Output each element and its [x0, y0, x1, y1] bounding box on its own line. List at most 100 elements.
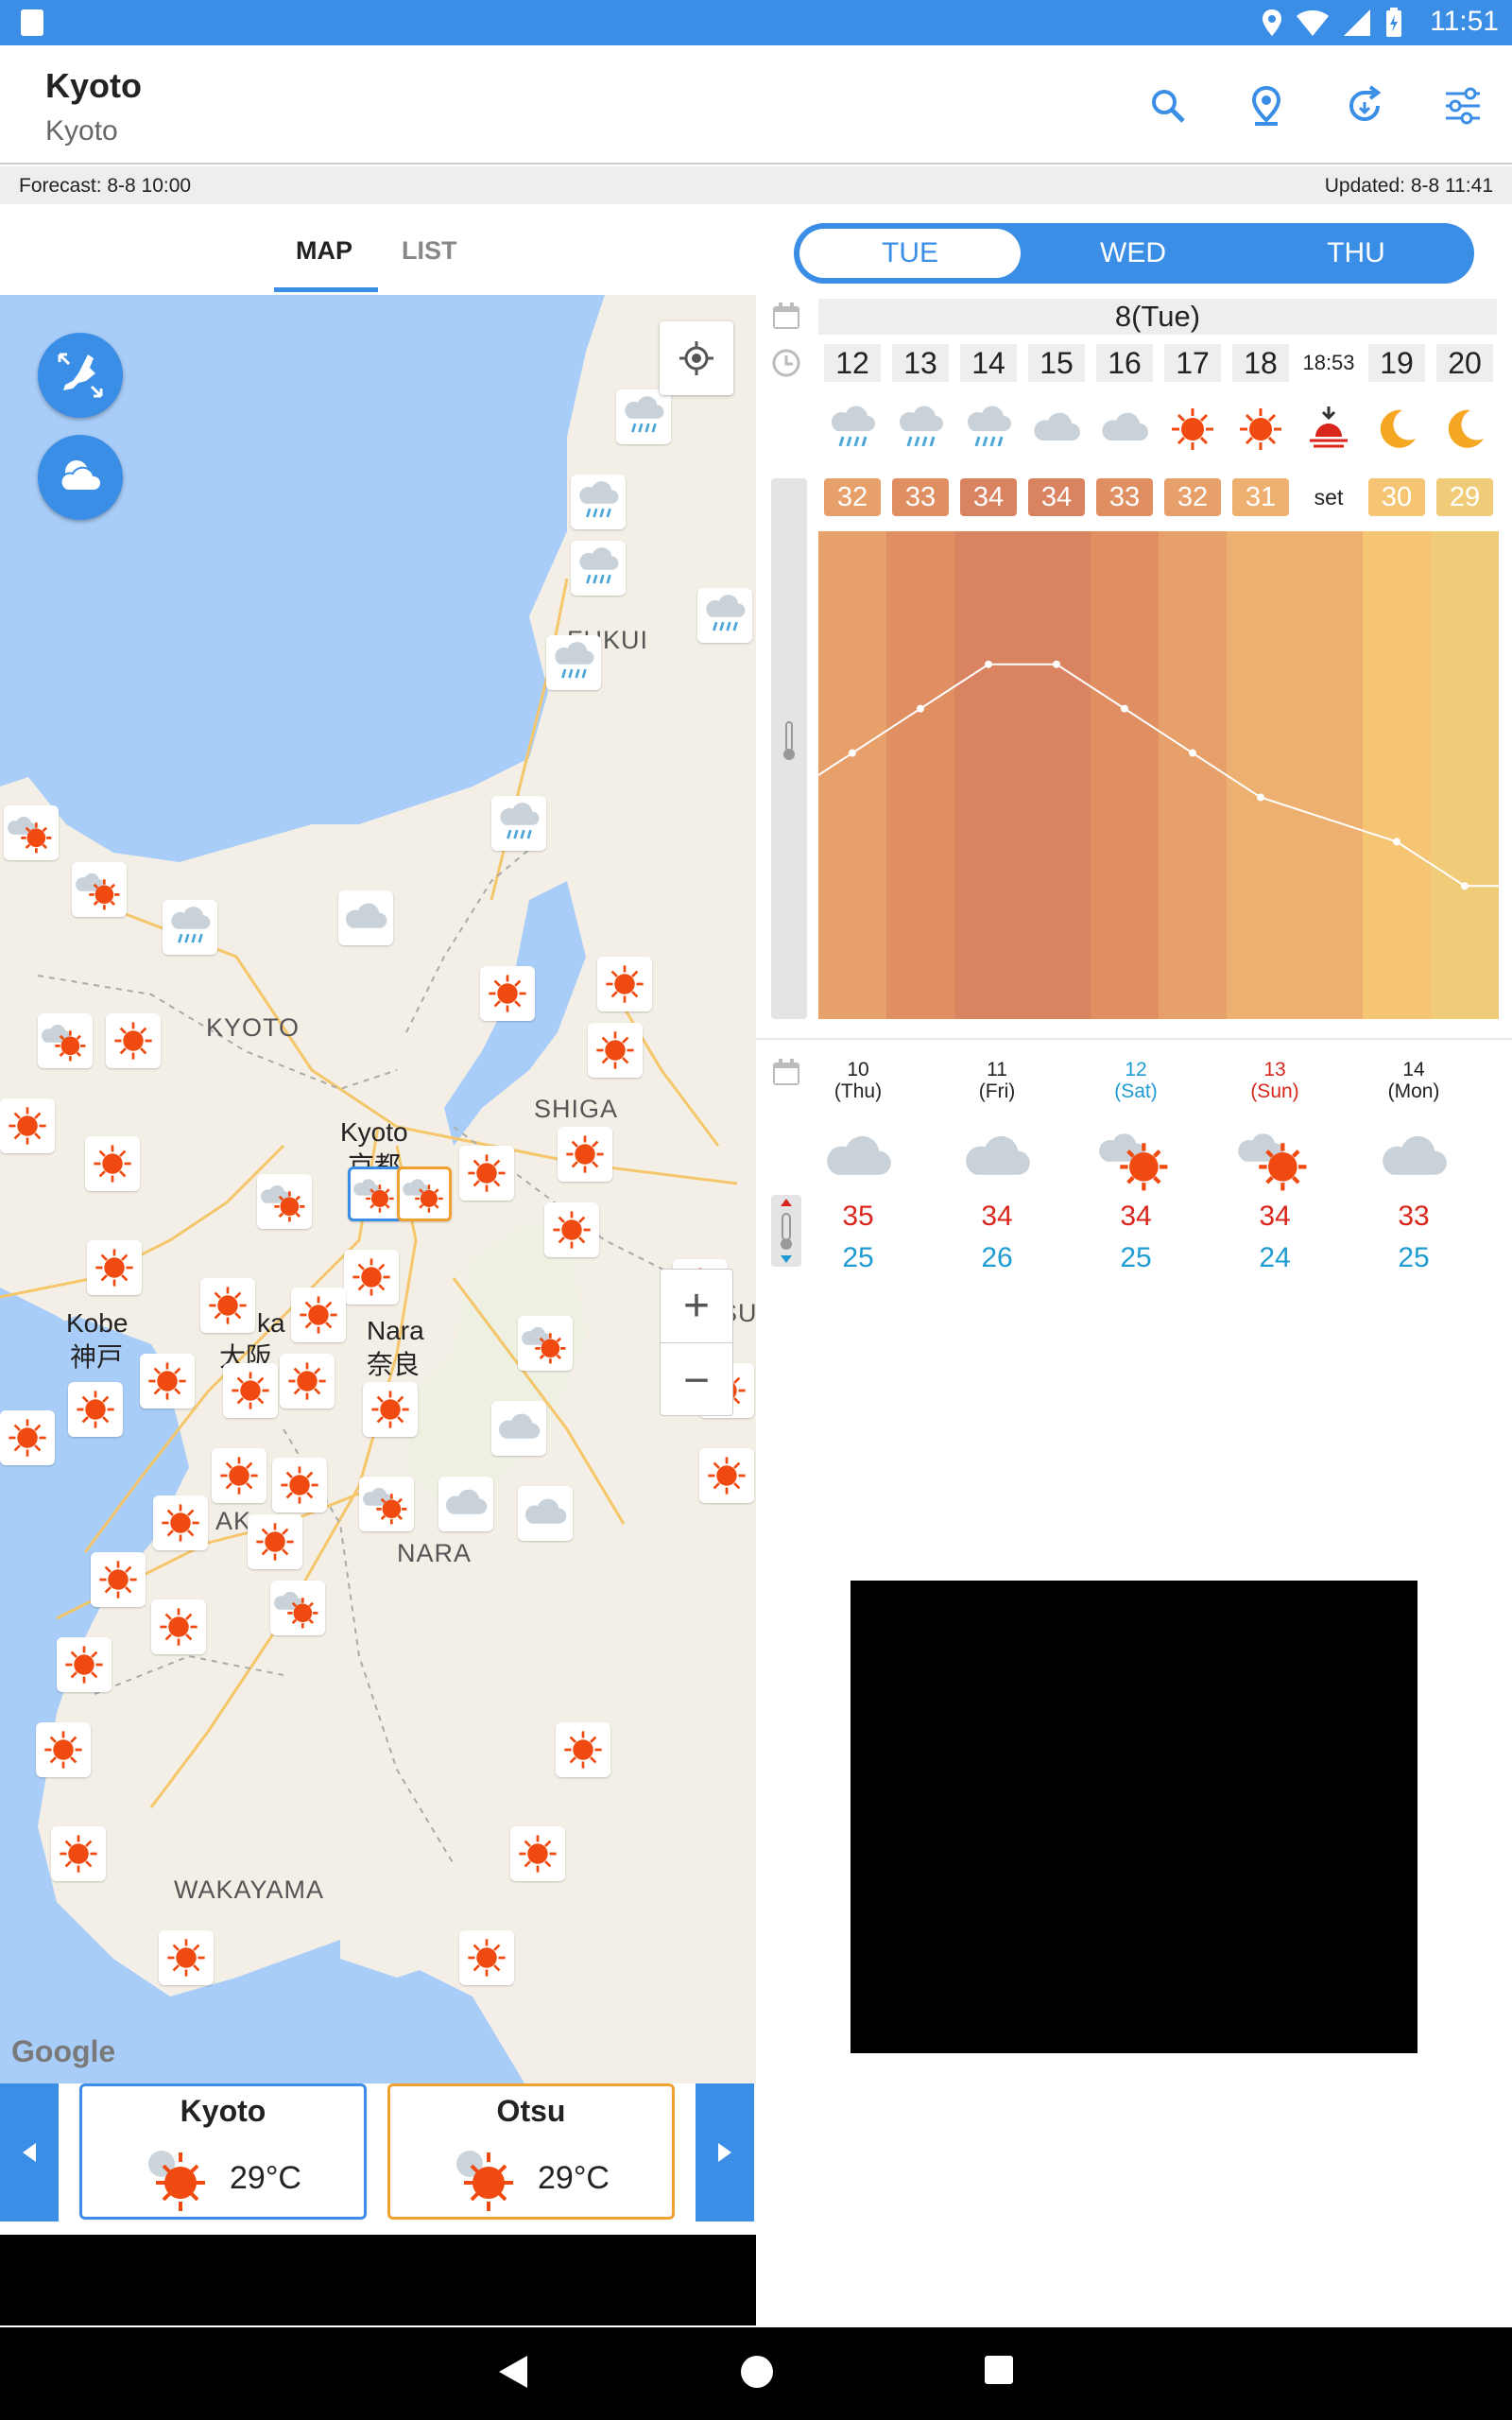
map-cloud-marker[interactable] — [491, 1401, 546, 1456]
map-sun-marker[interactable] — [588, 1023, 643, 1078]
map-sun-cloud-marker[interactable] — [518, 1316, 573, 1371]
cloud-icon — [1096, 401, 1153, 458]
map-cloud-marker[interactable] — [338, 890, 393, 945]
map-sun-marker[interactable] — [85, 1136, 140, 1191]
map-rain-marker[interactable] — [546, 635, 601, 690]
map-sun-marker[interactable] — [510, 1826, 565, 1881]
page-subtitle: Kyoto — [45, 115, 118, 147]
map-sun-marker[interactable] — [699, 1448, 754, 1503]
map-sun-marker[interactable] — [153, 1495, 208, 1550]
map-sun-cloud-marker[interactable] — [4, 805, 59, 860]
map-sun-cloud-marker[interactable] — [270, 1581, 325, 1635]
map-sun-marker[interactable] — [480, 966, 535, 1021]
info-bar: Forecast: 8-8 10:00 Updated: 8-8 11:41 — [0, 166, 1512, 204]
map-rain-marker[interactable] — [616, 389, 671, 444]
map-sun-marker[interactable] — [51, 1826, 106, 1881]
search-icon — [1152, 90, 1185, 123]
battery-icon — [1386, 8, 1401, 37]
map-sun-marker[interactable] — [200, 1278, 255, 1333]
location-card-kyoto[interactable]: Kyoto 29°C — [79, 2083, 367, 2220]
zoom-out-button[interactable]: − — [661, 1343, 732, 1417]
japan-map-icon — [58, 353, 103, 398]
hourly-temp-badge: 33 — [892, 478, 949, 516]
temp-point — [917, 704, 924, 713]
sunset-icon — [1300, 401, 1357, 458]
tab-tue[interactable]: TUE — [799, 229, 1021, 278]
map-sun-marker[interactable] — [558, 1127, 612, 1182]
map-sun-marker[interactable] — [0, 1098, 55, 1153]
tab-wed[interactable]: WED — [1022, 229, 1244, 278]
map-sun-marker[interactable] — [159, 1930, 214, 1985]
tab-map[interactable]: MAP — [296, 236, 352, 266]
map-rain-marker[interactable] — [571, 475, 626, 529]
map-sun-marker[interactable] — [36, 1722, 91, 1777]
signal-icon — [1344, 9, 1370, 36]
map-cloud-marker[interactable] — [438, 1477, 493, 1531]
map-sun-marker[interactable] — [248, 1514, 302, 1569]
map-sun-marker[interactable] — [272, 1458, 327, 1512]
map-sun-cloud-marker[interactable] — [359, 1477, 414, 1531]
hourly-temp-badge: 32 — [1164, 478, 1221, 516]
map-sun-marker[interactable] — [0, 1410, 55, 1465]
map-sun-marker[interactable] — [280, 1354, 335, 1409]
refresh-button[interactable] — [1315, 78, 1414, 134]
left-bottom-blank — [0, 2235, 756, 2325]
prev-location-button[interactable] — [0, 2083, 59, 2221]
map-rain-marker[interactable] — [163, 900, 217, 955]
map-rain-marker[interactable] — [491, 796, 546, 851]
map-sun-marker[interactable] — [91, 1552, 146, 1607]
weather-layer-button[interactable] — [38, 435, 123, 520]
map-sun-marker[interactable] — [87, 1240, 142, 1295]
map-sun-cloud-marker[interactable] — [38, 1013, 93, 1068]
temp-column — [1091, 531, 1160, 1019]
weekly-low-temp: 26 — [981, 1242, 1013, 1273]
tab-list[interactable]: LIST — [402, 236, 457, 266]
map-sun-marker[interactable] — [556, 1722, 610, 1777]
weekly-day-header: 13 (Sun) — [1250, 1059, 1299, 1102]
rain-icon — [824, 401, 881, 458]
google-logo: Google — [11, 2034, 116, 2068]
search-button[interactable] — [1119, 78, 1217, 134]
hour-cell: 18 — [1232, 344, 1289, 382]
map-cloud-marker[interactable] — [518, 1486, 573, 1541]
map-sun-marker[interactable] — [212, 1448, 266, 1503]
next-location-button[interactable] — [696, 2083, 754, 2221]
location-button[interactable] — [1217, 78, 1315, 134]
map-sun-marker[interactable] — [459, 1146, 514, 1201]
map-sun-marker[interactable] — [223, 1363, 278, 1418]
weekly-thermo-sidebar — [771, 1195, 801, 1267]
map-sun-marker[interactable] — [106, 1013, 161, 1068]
map-sun-marker[interactable] — [57, 1637, 112, 1692]
map-sun-marker[interactable] — [597, 957, 652, 1011]
map-rain-marker[interactable] — [571, 541, 626, 596]
map-view[interactable]: FUKUI KYOTO SHIGA NARA WAKAYAMA AK SU Ky… — [0, 295, 756, 2091]
map-sun-marker[interactable] — [140, 1354, 195, 1409]
japan-overview-button[interactable] — [38, 333, 123, 418]
map-sun-marker[interactable] — [151, 1599, 206, 1654]
ad-placeholder — [850, 1581, 1418, 2053]
my-location-button[interactable] — [660, 321, 733, 395]
location-card-otsu[interactable]: Otsu 29°C — [387, 2083, 675, 2220]
map-selected-marker[interactable] — [348, 1167, 403, 1221]
status-icons — [1262, 8, 1403, 38]
map-sun-marker[interactable] — [291, 1288, 346, 1342]
temp-column — [1227, 531, 1296, 1019]
map-sun-cloud-marker[interactable] — [72, 862, 127, 917]
settings-button[interactable] — [1414, 78, 1512, 134]
map-sun-marker[interactable] — [68, 1382, 123, 1437]
map-sun-cloud-marker[interactable] — [257, 1174, 312, 1229]
map-rain-marker[interactable] — [697, 588, 752, 643]
map-sun-marker[interactable] — [363, 1382, 418, 1437]
map-sun-marker[interactable] — [344, 1250, 399, 1305]
map-selected-marker[interactable] — [397, 1167, 452, 1221]
sun-icon — [1164, 401, 1221, 458]
recents-icon[interactable] — [983, 2354, 1015, 2386]
tab-thu[interactable]: THU — [1246, 229, 1467, 278]
zoom-in-button[interactable]: + — [661, 1270, 732, 1343]
map-sun-marker[interactable] — [459, 1930, 514, 1985]
temp-column — [954, 531, 1023, 1019]
left-pane: MAP LIST FUKUI KYOTO SHIGA NARA WAKAYAMA… — [0, 204, 756, 2325]
home-icon[interactable] — [739, 2354, 775, 2390]
back-icon[interactable] — [497, 2354, 529, 2390]
map-sun-marker[interactable] — [544, 1202, 599, 1257]
